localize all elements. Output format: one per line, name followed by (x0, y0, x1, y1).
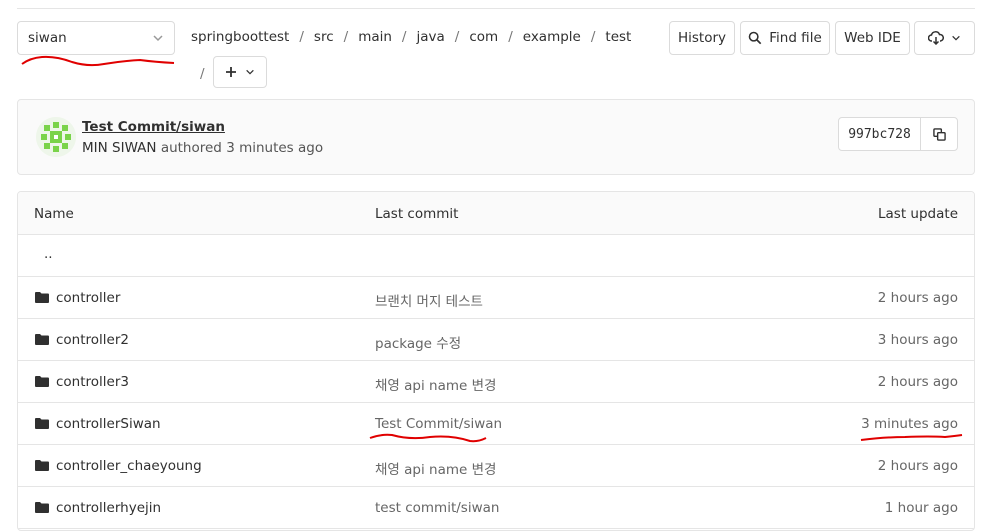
plus-icon (225, 67, 236, 77)
breadcrumb-item-src[interactable]: src (314, 29, 334, 45)
chevron-down-icon (153, 35, 163, 42)
table-row[interactable]: controller 브랜치 머지 테스트 2 hours ago (18, 277, 974, 319)
breadcrumb-add-row: / (200, 56, 267, 88)
breadcrumb-item-java[interactable]: java (416, 29, 444, 45)
table-row-parent-dir[interactable]: .. (18, 235, 974, 277)
last-update-time: 3 minutes ago (861, 416, 958, 432)
table-row[interactable]: controller3 채영 api name 변경 2 hours ago (18, 361, 974, 403)
chevron-down-icon (245, 69, 254, 75)
file-tree-table: Name Last commit Last update .. controll… (17, 191, 975, 531)
breadcrumb-item-com[interactable]: com (469, 29, 498, 45)
commit-sha-group: 997bc728 (838, 117, 958, 151)
commit-message-link[interactable]: 채영 api name 변경 (375, 458, 496, 478)
copy-sha-button[interactable] (921, 118, 957, 150)
download-dropdown-button[interactable] (914, 21, 975, 55)
commit-message-link[interactable]: 브랜치 머지 테스트 (375, 290, 483, 310)
column-header-last-update: Last update (878, 206, 958, 222)
breadcrumb-item-test[interactable]: test (605, 29, 631, 45)
avatar[interactable] (36, 117, 76, 157)
folder-icon (35, 376, 49, 387)
breadcrumb: springboottest / src / main / java / com / ex… (191, 29, 632, 45)
branch-name: siwan (28, 30, 67, 46)
commit-message-link[interactable]: package 수정 (375, 332, 461, 352)
file-name-link[interactable]: controllerhyejin (56, 500, 161, 516)
last-commit-panel: Test Commit/siwan MIN SIWAN authored 3 m… (17, 99, 975, 175)
last-update-time: 2 hours ago (877, 290, 958, 306)
table-row[interactable]: controller2 package 수정 3 hours ago (18, 319, 974, 361)
search-icon (748, 31, 762, 45)
folder-icon (35, 334, 49, 345)
table-row[interactable]: controller_chaeyoung 채영 api name 변경 2 ho… (18, 445, 974, 487)
column-header-last-commit: Last commit (375, 206, 459, 222)
file-name-link[interactable]: controller_chaeyoung (56, 458, 202, 474)
commit-sha[interactable]: 997bc728 (839, 118, 921, 150)
commit-message-link[interactable]: 채영 api name 변경 (375, 374, 496, 394)
history-button[interactable]: History (669, 21, 735, 55)
breadcrumb-item-project[interactable]: springboottest (191, 29, 289, 45)
table-row[interactable]: controllerSiwan Test Commit/siwan 3 minu… (18, 403, 974, 445)
last-update-time: 3 hours ago (877, 332, 958, 348)
web-ide-button[interactable]: Web IDE (835, 21, 910, 55)
folder-icon (35, 418, 49, 429)
find-file-label: Find file (769, 30, 822, 46)
branch-dropdown[interactable]: siwan (17, 21, 175, 55)
last-update-time: 2 hours ago (877, 458, 958, 474)
folder-icon (35, 292, 49, 303)
commit-message-link[interactable]: Test Commit/siwan (375, 416, 502, 432)
breadcrumb-item-example[interactable]: example (523, 29, 581, 45)
cloud-download-icon (928, 31, 944, 45)
folder-icon (35, 460, 49, 471)
table-row[interactable]: controllerhyejin test commit/siwan 1 hou… (18, 487, 974, 529)
copy-icon (932, 127, 946, 141)
commit-message-link[interactable]: test commit/siwan (375, 500, 499, 516)
commit-author[interactable]: MIN SIWAN (82, 140, 157, 156)
top-divider (17, 8, 975, 9)
parent-dir-link[interactable]: .. (44, 246, 53, 262)
add-new-button[interactable] (212, 56, 267, 88)
file-name-link[interactable]: controller2 (56, 332, 129, 348)
last-update-time: 2 hours ago (877, 374, 958, 390)
file-name-link[interactable]: controller3 (56, 374, 129, 390)
last-update-time: 1 hour ago (884, 500, 958, 516)
find-file-button[interactable]: Find file (740, 21, 830, 55)
file-name-link[interactable]: controllerSiwan (56, 416, 161, 432)
identicon-image (36, 117, 76, 157)
commit-time: 3 minutes ago (226, 140, 324, 156)
folder-icon (35, 502, 49, 513)
breadcrumb-item-main[interactable]: main (358, 29, 392, 45)
commit-title-link[interactable]: Test Commit/siwan (82, 119, 225, 135)
commit-meta: MIN SIWAN authored 3 minutes ago (82, 140, 323, 156)
chevron-down-icon (952, 35, 960, 41)
table-header: Name Last commit Last update (18, 192, 974, 235)
commit-authored-label: authored (160, 140, 222, 156)
column-header-name: Name (34, 206, 74, 222)
file-name-link[interactable]: controller (56, 290, 120, 306)
